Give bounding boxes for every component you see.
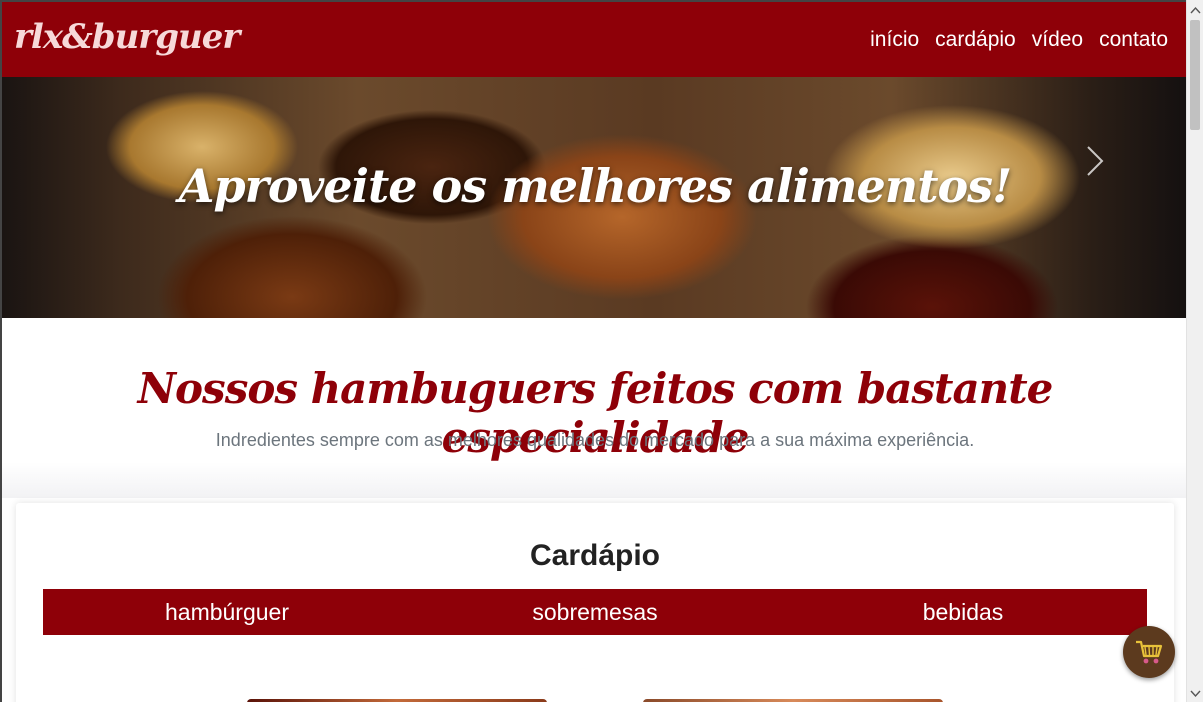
shopping-cart-icon bbox=[1136, 640, 1163, 664]
tab-sobremesas[interactable]: sobremesas bbox=[411, 589, 779, 635]
nav-link-cardapio[interactable]: cardápio bbox=[935, 28, 1016, 52]
cart-button[interactable] bbox=[1123, 626, 1175, 678]
scroll-up-arrow[interactable] bbox=[1187, 2, 1203, 19]
nav-link-video[interactable]: vídeo bbox=[1032, 28, 1083, 52]
menu-card: Cardápio hambúrguer sobremesas bebidas bbox=[16, 503, 1174, 702]
nav-link-contato[interactable]: contato bbox=[1099, 28, 1168, 52]
scrollbar-thumb[interactable] bbox=[1190, 20, 1200, 130]
vertical-scrollbar[interactable] bbox=[1186, 0, 1203, 702]
scroll-down-arrow[interactable] bbox=[1187, 685, 1203, 702]
navbar: rlx&burguer início cardápio vídeo contat… bbox=[2, 2, 1186, 77]
tab-bebidas[interactable]: bebidas bbox=[779, 589, 1147, 635]
chevron-right-icon bbox=[1087, 146, 1104, 176]
page-viewport: rlx&burguer início cardápio vídeo contat… bbox=[0, 0, 1186, 702]
hero-title: Aproveite os melhores alimentos! bbox=[178, 159, 1012, 213]
nav-link-inicio[interactable]: início bbox=[870, 28, 919, 52]
hero-carousel: Aproveite os melhores alimentos! bbox=[2, 77, 1186, 318]
intro-section: Nossos hambuguers feitos com bastante es… bbox=[2, 318, 1186, 498]
tab-hamburguer[interactable]: hambúrguer bbox=[43, 589, 411, 635]
menu-title: Cardápio bbox=[529, 539, 661, 572]
carousel-next-button[interactable] bbox=[1080, 141, 1108, 181]
nav-links: início cardápio vídeo contato bbox=[870, 28, 1168, 52]
menu-tabs: hambúrguer sobremesas bebidas bbox=[43, 589, 1147, 635]
intro-subtitle: Indredientes sempre com as melhores qual… bbox=[215, 430, 975, 450]
brand-logo[interactable]: rlx&burguer bbox=[14, 17, 240, 57]
